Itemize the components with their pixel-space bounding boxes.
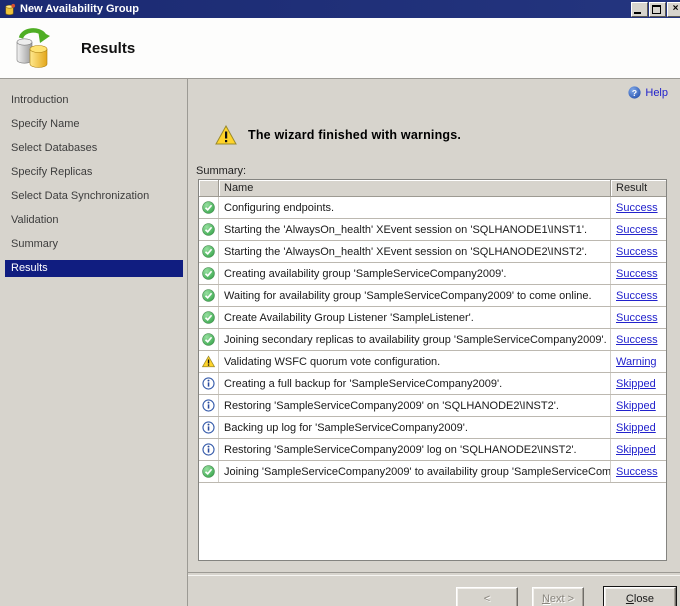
task-name: Waiting for availability group 'SampleSe… xyxy=(219,285,611,306)
sidebar-item-validation[interactable]: Validation xyxy=(5,212,183,229)
table-row: Create Availability Group Listener 'Samp… xyxy=(199,307,666,329)
success-icon xyxy=(202,465,215,478)
finish-status-banner: The wizard finished with warnings. xyxy=(215,125,461,145)
success-icon xyxy=(202,201,215,214)
previous-button[interactable]: < Previous xyxy=(456,587,518,606)
window-title: New Availability Group xyxy=(20,3,139,15)
task-name: Configuring endpoints. xyxy=(219,197,611,218)
warning-icon xyxy=(202,355,215,368)
task-name: Backing up log for 'SampleServiceCompany… xyxy=(219,417,611,438)
availability-group-icon xyxy=(16,28,50,68)
maximize-icon xyxy=(652,5,661,14)
wizard-steps-sidebar: Introduction Specify Name Select Databases… xyxy=(0,79,188,606)
success-icon xyxy=(202,245,215,258)
task-name: Joining 'SampleServiceCompany2009' to av… xyxy=(219,461,611,482)
result-link[interactable]: Skipped xyxy=(616,422,656,434)
table-row: Waiting for availability group 'SampleSe… xyxy=(199,285,666,307)
result-link[interactable]: Success xyxy=(616,312,658,324)
result-link[interactable]: Skipped xyxy=(616,444,656,456)
sidebar-item-summary[interactable]: Summary xyxy=(5,236,183,253)
table-row: Joining secondary replicas to availabili… xyxy=(199,329,666,351)
titlebar[interactable]: New Availability Group × xyxy=(0,0,680,18)
table-row: Starting the 'AlwaysOn_health' XEvent se… xyxy=(199,241,666,263)
task-name: Starting the 'AlwaysOn_health' XEvent se… xyxy=(219,241,611,262)
success-icon xyxy=(202,289,215,302)
result-column-header[interactable]: Result xyxy=(611,180,666,197)
results-pane: ? Help The wizard finished with warnings… xyxy=(188,79,680,606)
table-row: Starting the 'AlwaysOn_health' XEvent se… xyxy=(199,219,666,241)
success-icon xyxy=(202,223,215,236)
wizard-header: Results xyxy=(0,18,680,79)
button-separator xyxy=(188,572,680,576)
close-button[interactable]: Close xyxy=(603,586,677,606)
info-icon xyxy=(202,421,215,434)
maximize-button[interactable] xyxy=(649,2,666,17)
name-column-header[interactable]: Name xyxy=(219,180,611,197)
table-row: Restoring 'SampleServiceCompany2009' log… xyxy=(199,439,666,461)
success-icon xyxy=(202,333,215,346)
minimize-icon xyxy=(634,12,641,14)
sidebar-item-specify-replicas[interactable]: Specify Replicas xyxy=(5,164,183,181)
info-icon xyxy=(202,399,215,412)
table-row: Joining 'SampleServiceCompany2009' to av… xyxy=(199,461,666,483)
info-icon xyxy=(202,377,215,390)
help-link[interactable]: ? Help xyxy=(628,86,668,99)
sidebar-item-specify-name[interactable]: Specify Name xyxy=(5,116,183,133)
new-availability-group-wizard: New Availability Group × Results Introdu… xyxy=(0,0,680,606)
sidebar-item-results[interactable]: Results xyxy=(5,260,183,277)
task-name: Creating availability group 'SampleServi… xyxy=(219,263,611,284)
sidebar-item-introduction[interactable]: Introduction xyxy=(5,92,183,109)
task-name: Restoring 'SampleServiceCompany2009' log… xyxy=(219,439,611,460)
result-link[interactable]: Success xyxy=(616,466,658,478)
task-name: Starting the 'AlwaysOn_health' XEvent se… xyxy=(219,219,611,240)
result-link[interactable]: Skipped xyxy=(616,400,656,412)
app-icon xyxy=(5,3,16,15)
task-name: Create Availability Group Listener 'Samp… xyxy=(219,307,611,328)
help-label: Help xyxy=(645,86,668,99)
table-header: Name Result xyxy=(199,180,666,197)
status-column-header[interactable] xyxy=(199,180,219,197)
sidebar-item-select-databases[interactable]: Select Databases xyxy=(5,140,183,157)
result-link[interactable]: Success xyxy=(616,202,658,214)
result-link[interactable]: Skipped xyxy=(616,378,656,390)
summary-table: Name Result Configuring endpoints. Succe… xyxy=(198,179,667,561)
table-row: Backing up log for 'SampleServiceCompany… xyxy=(199,417,666,439)
result-link[interactable]: Success xyxy=(616,334,658,346)
task-name: Creating a full backup for 'SampleServic… xyxy=(219,373,611,394)
summary-label: Summary: xyxy=(196,165,247,177)
banner-text: The wizard finished with warnings. xyxy=(248,128,462,142)
page-title: Results xyxy=(81,39,136,57)
table-row: Validating WSFC quorum vote configuratio… xyxy=(199,351,666,373)
table-row: Creating availability group 'SampleServi… xyxy=(199,263,666,285)
task-name: Joining secondary replicas to availabili… xyxy=(219,329,611,350)
success-icon xyxy=(202,267,215,280)
success-icon xyxy=(202,311,215,324)
help-icon: ? xyxy=(628,86,641,99)
minimize-button[interactable] xyxy=(631,2,648,17)
result-link[interactable]: Success xyxy=(616,246,658,258)
result-link[interactable]: Success xyxy=(616,290,658,302)
table-row: Configuring endpoints. Success xyxy=(199,197,666,219)
table-row: Restoring 'SampleServiceCompany2009' on … xyxy=(199,395,666,417)
close-icon: × xyxy=(672,3,679,14)
close-window-button[interactable]: × xyxy=(667,2,680,17)
result-link[interactable]: Success xyxy=(616,268,658,280)
next-button[interactable]: Next > xyxy=(532,587,584,606)
svg-text:?: ? xyxy=(632,88,637,98)
table-row: Creating a full backup for 'SampleServic… xyxy=(199,373,666,395)
task-name: Restoring 'SampleServiceCompany2009' on … xyxy=(219,395,611,416)
warning-icon xyxy=(215,125,237,145)
result-link[interactable]: Success xyxy=(616,224,658,236)
info-icon xyxy=(202,443,215,456)
result-link[interactable]: Warning xyxy=(616,356,657,368)
task-name: Validating WSFC quorum vote configuratio… xyxy=(219,351,611,372)
sidebar-item-select-data-synchronization[interactable]: Select Data Synchronization xyxy=(5,188,183,205)
